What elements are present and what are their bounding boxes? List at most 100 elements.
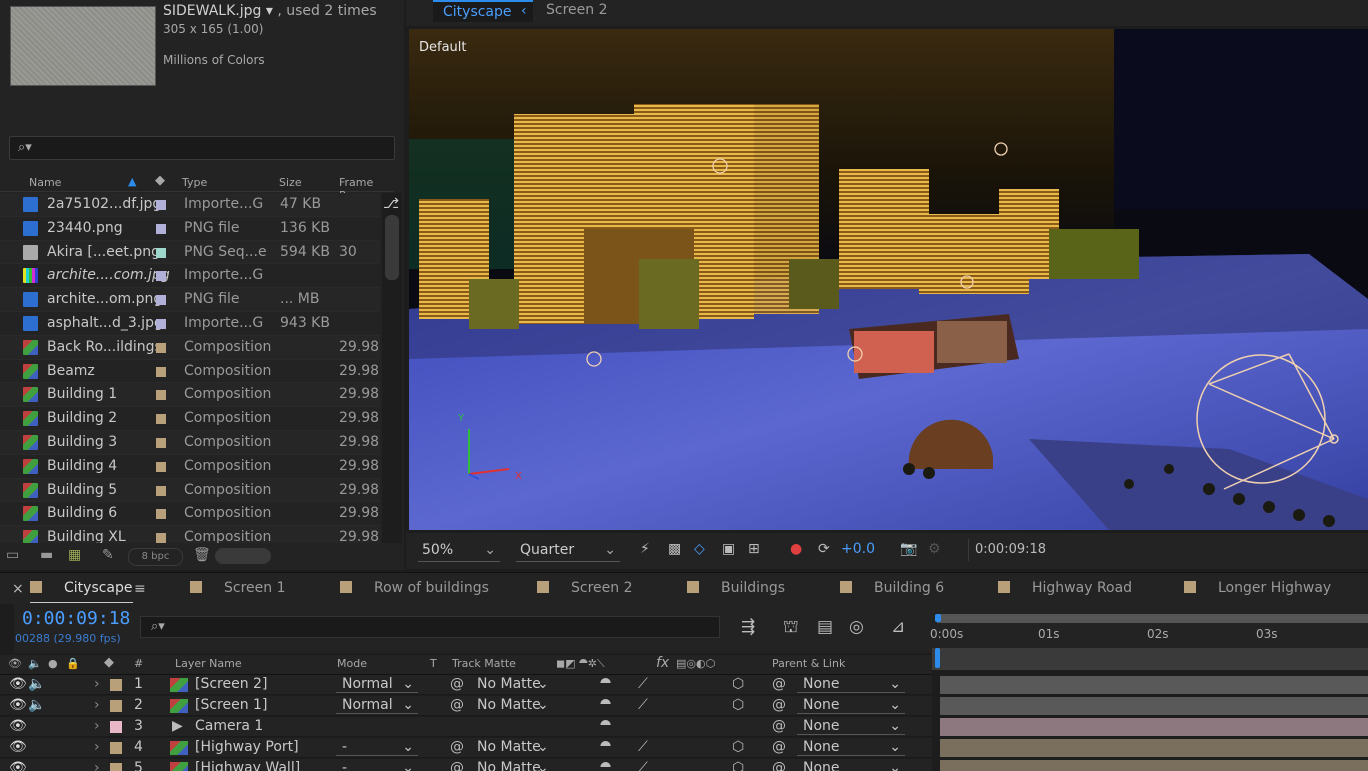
label-color-swatch[interactable] [156, 509, 166, 520]
parent-dropdown[interactable]: None ⌄ [797, 718, 905, 735]
label-color-swatch[interactable] [156, 366, 166, 377]
new-folder-icon[interactable]: ▬ [40, 547, 53, 563]
solo-icon[interactable]: ● [48, 657, 58, 670]
pick-whip-icon[interactable]: @ [772, 739, 786, 755]
layer-label-swatch[interactable] [110, 700, 122, 712]
resolution-dropdown[interactable]: Quarter ⌄ [516, 540, 620, 562]
layer-row[interactable]: 👁 🔈 › 1 [Screen 2] Normal ⌄ @ No Matte ⌄ ⯊ ⟋ ⬡ @ None ⌄ [0, 675, 932, 695]
project-scrollbar[interactable] [382, 193, 402, 543]
layer-row[interactable]: 👁 › 5 [Highway Wall] - ⌄ @ No Matte ⌄ ⯊ ⟋ ⬡ @ None ⌄ [0, 759, 932, 771]
video-visibility-icon[interactable]: 👁 [9, 739, 27, 755]
label-color-swatch[interactable] [156, 342, 166, 353]
layer-name[interactable]: [Screen 1] [195, 697, 267, 713]
layer-name[interactable]: [Highway Wall] [195, 760, 300, 771]
project-item[interactable]: Building 5 Composition 29.98 [0, 478, 380, 503]
track-matte-dropdown[interactable]: No Matte ⌄ [477, 760, 577, 771]
zoom-dropdown[interactable]: 50% ⌄ [418, 540, 500, 562]
video-visibility-icon[interactable]: 👁 [9, 760, 27, 771]
blend-mode-dropdown[interactable]: - ⌄ [336, 739, 418, 756]
parent-dropdown[interactable]: None ⌄ [797, 739, 905, 756]
layer-label-swatch[interactable] [110, 721, 122, 733]
project-item[interactable]: Akira [...eet.png PNG Seq...e 594 KB 30 [0, 240, 380, 265]
shy-icon[interactable]: ⯊ [600, 739, 611, 755]
video-toggle-icon[interactable]: 👁 [8, 657, 22, 670]
layer-name[interactable]: [Screen 2] [195, 676, 267, 692]
region-of-interest-icon[interactable]: ▣ [722, 541, 735, 557]
col-layer-name[interactable]: Layer Name [175, 657, 242, 670]
project-item[interactable]: archite...om.png PNG file ... MB [0, 288, 380, 312]
sort-ascending-icon[interactable]: ▲ [128, 175, 136, 188]
exposure-value[interactable]: +0.0 [841, 541, 875, 557]
label-color-swatch[interactable] [156, 247, 166, 258]
footage-dropdown-icon[interactable]: ▾ [266, 3, 273, 19]
timeline-tab[interactable]: Screen 2 [537, 580, 633, 596]
matte-link-icon[interactable]: @ [450, 676, 464, 692]
label-color-swatch[interactable] [156, 200, 166, 210]
project-item[interactable]: Building 4 Composition 29.98 [0, 455, 380, 479]
transparency-grid-icon[interactable]: ▩ [668, 541, 681, 557]
shy-icon[interactable]: ⯊ [600, 760, 611, 771]
frame-blending-icon[interactable]: ▤ [817, 617, 833, 637]
3d-layer-icon[interactable]: ⬡ [732, 676, 744, 692]
show-snapshot-icon[interactable]: ⚙ [928, 541, 941, 557]
trash-icon[interactable]: 🗑 [193, 547, 211, 563]
playhead[interactable] [935, 614, 941, 622]
audio-icon[interactable]: 🔈 [28, 676, 45, 692]
chevron-right-icon[interactable]: › [94, 718, 100, 734]
chevron-right-icon[interactable]: › [94, 760, 100, 771]
project-settings-icon[interactable]: ✎ [102, 547, 114, 563]
layer-duration-bar[interactable] [940, 760, 1368, 771]
video-visibility-icon[interactable]: 👁 [9, 676, 27, 692]
timeline-tab[interactable]: Row of buildings [340, 580, 489, 596]
video-visibility-icon[interactable]: 👁 [9, 718, 27, 734]
project-item[interactable]: archite....com.jpg Importe...G [0, 264, 380, 289]
blend-mode-dropdown[interactable]: Normal ⌄ [336, 697, 418, 714]
parent-dropdown[interactable]: None ⌄ [797, 760, 905, 771]
timeline-tab[interactable]: Longer Highway [1184, 580, 1331, 596]
parent-dropdown[interactable]: None ⌄ [797, 676, 905, 693]
work-area-bar[interactable] [937, 614, 1368, 623]
col-size[interactable]: Size [279, 176, 302, 189]
snapshot-icon[interactable]: 📷 [900, 541, 917, 557]
quality-icon[interactable]: ⟋ [638, 697, 648, 713]
shy-icon[interactable]: ⯊ [600, 718, 611, 734]
reset-exposure-icon[interactable]: ⟳ [818, 541, 830, 557]
project-item[interactable]: Building 2 Composition 29.98 [0, 407, 380, 431]
chevron-right-icon[interactable]: › [94, 739, 100, 755]
track-matte-dropdown[interactable]: No Matte ⌄ [477, 676, 577, 692]
shy-icon[interactable]: ⯊ [600, 676, 611, 692]
project-item[interactable]: 2a75102...df.jpg Importe...G 47 KB [0, 193, 380, 217]
layer-duration-bar[interactable] [940, 676, 1368, 694]
label-color-swatch[interactable] [156, 223, 166, 234]
label-color-swatch[interactable] [156, 318, 166, 329]
label-color-swatch[interactable] [156, 437, 166, 448]
label-color-swatch[interactable] [156, 295, 166, 306]
layer-row[interactable]: 👁 › 3 ▶ Camera 1 ⯊ @ None ⌄ [0, 717, 932, 737]
layer-label-swatch[interactable] [110, 679, 122, 691]
viewer-timecode[interactable]: 0:00:09:18 [968, 539, 1068, 561]
project-item[interactable]: Building 1 Composition 29.98 [0, 383, 380, 408]
label-color-swatch[interactable] [156, 461, 166, 472]
graph-editor-icon[interactable]: ⊿ [891, 617, 905, 637]
bit-depth-button[interactable]: 8 bpc [128, 548, 183, 566]
timeline-tab[interactable]: Buildings [687, 580, 785, 596]
quality-icon[interactable]: ⟋ [638, 739, 648, 755]
track-matte-dropdown[interactable]: No Matte ⌄ [477, 739, 577, 755]
layer-duration-bar[interactable] [940, 718, 1368, 736]
audio-toggle-icon[interactable]: 🔈 [28, 657, 42, 670]
label-color-swatch[interactable] [156, 533, 166, 543]
project-item[interactable]: Building 6 Composition 29.98 [0, 502, 380, 527]
pick-whip-icon[interactable]: @ [772, 760, 786, 771]
motion-blur-icon[interactable]: ◎ [849, 617, 864, 637]
blend-mode-dropdown[interactable]: Normal ⌄ [336, 676, 418, 693]
3d-layer-icon[interactable]: ⬡ [732, 760, 744, 771]
layer-row[interactable]: 👁 🔈 › 2 [Screen 1] Normal ⌄ @ No Matte ⌄ ⯊ ⟋ ⬡ @ None ⌄ [0, 696, 932, 716]
tab-cityscape[interactable]: Cityscape ‹ [433, 0, 533, 22]
layer-duration-bar[interactable] [940, 697, 1368, 715]
lock-icon[interactable]: 🔒 [66, 657, 80, 670]
grid-guides-icon[interactable]: ⊞ [748, 541, 760, 557]
layer-label-swatch[interactable] [110, 763, 122, 771]
blend-mode-dropdown[interactable]: - ⌄ [336, 760, 418, 771]
current-time[interactable]: 0:00:09:18 [22, 608, 130, 629]
matte-link-icon[interactable]: @ [450, 697, 464, 713]
